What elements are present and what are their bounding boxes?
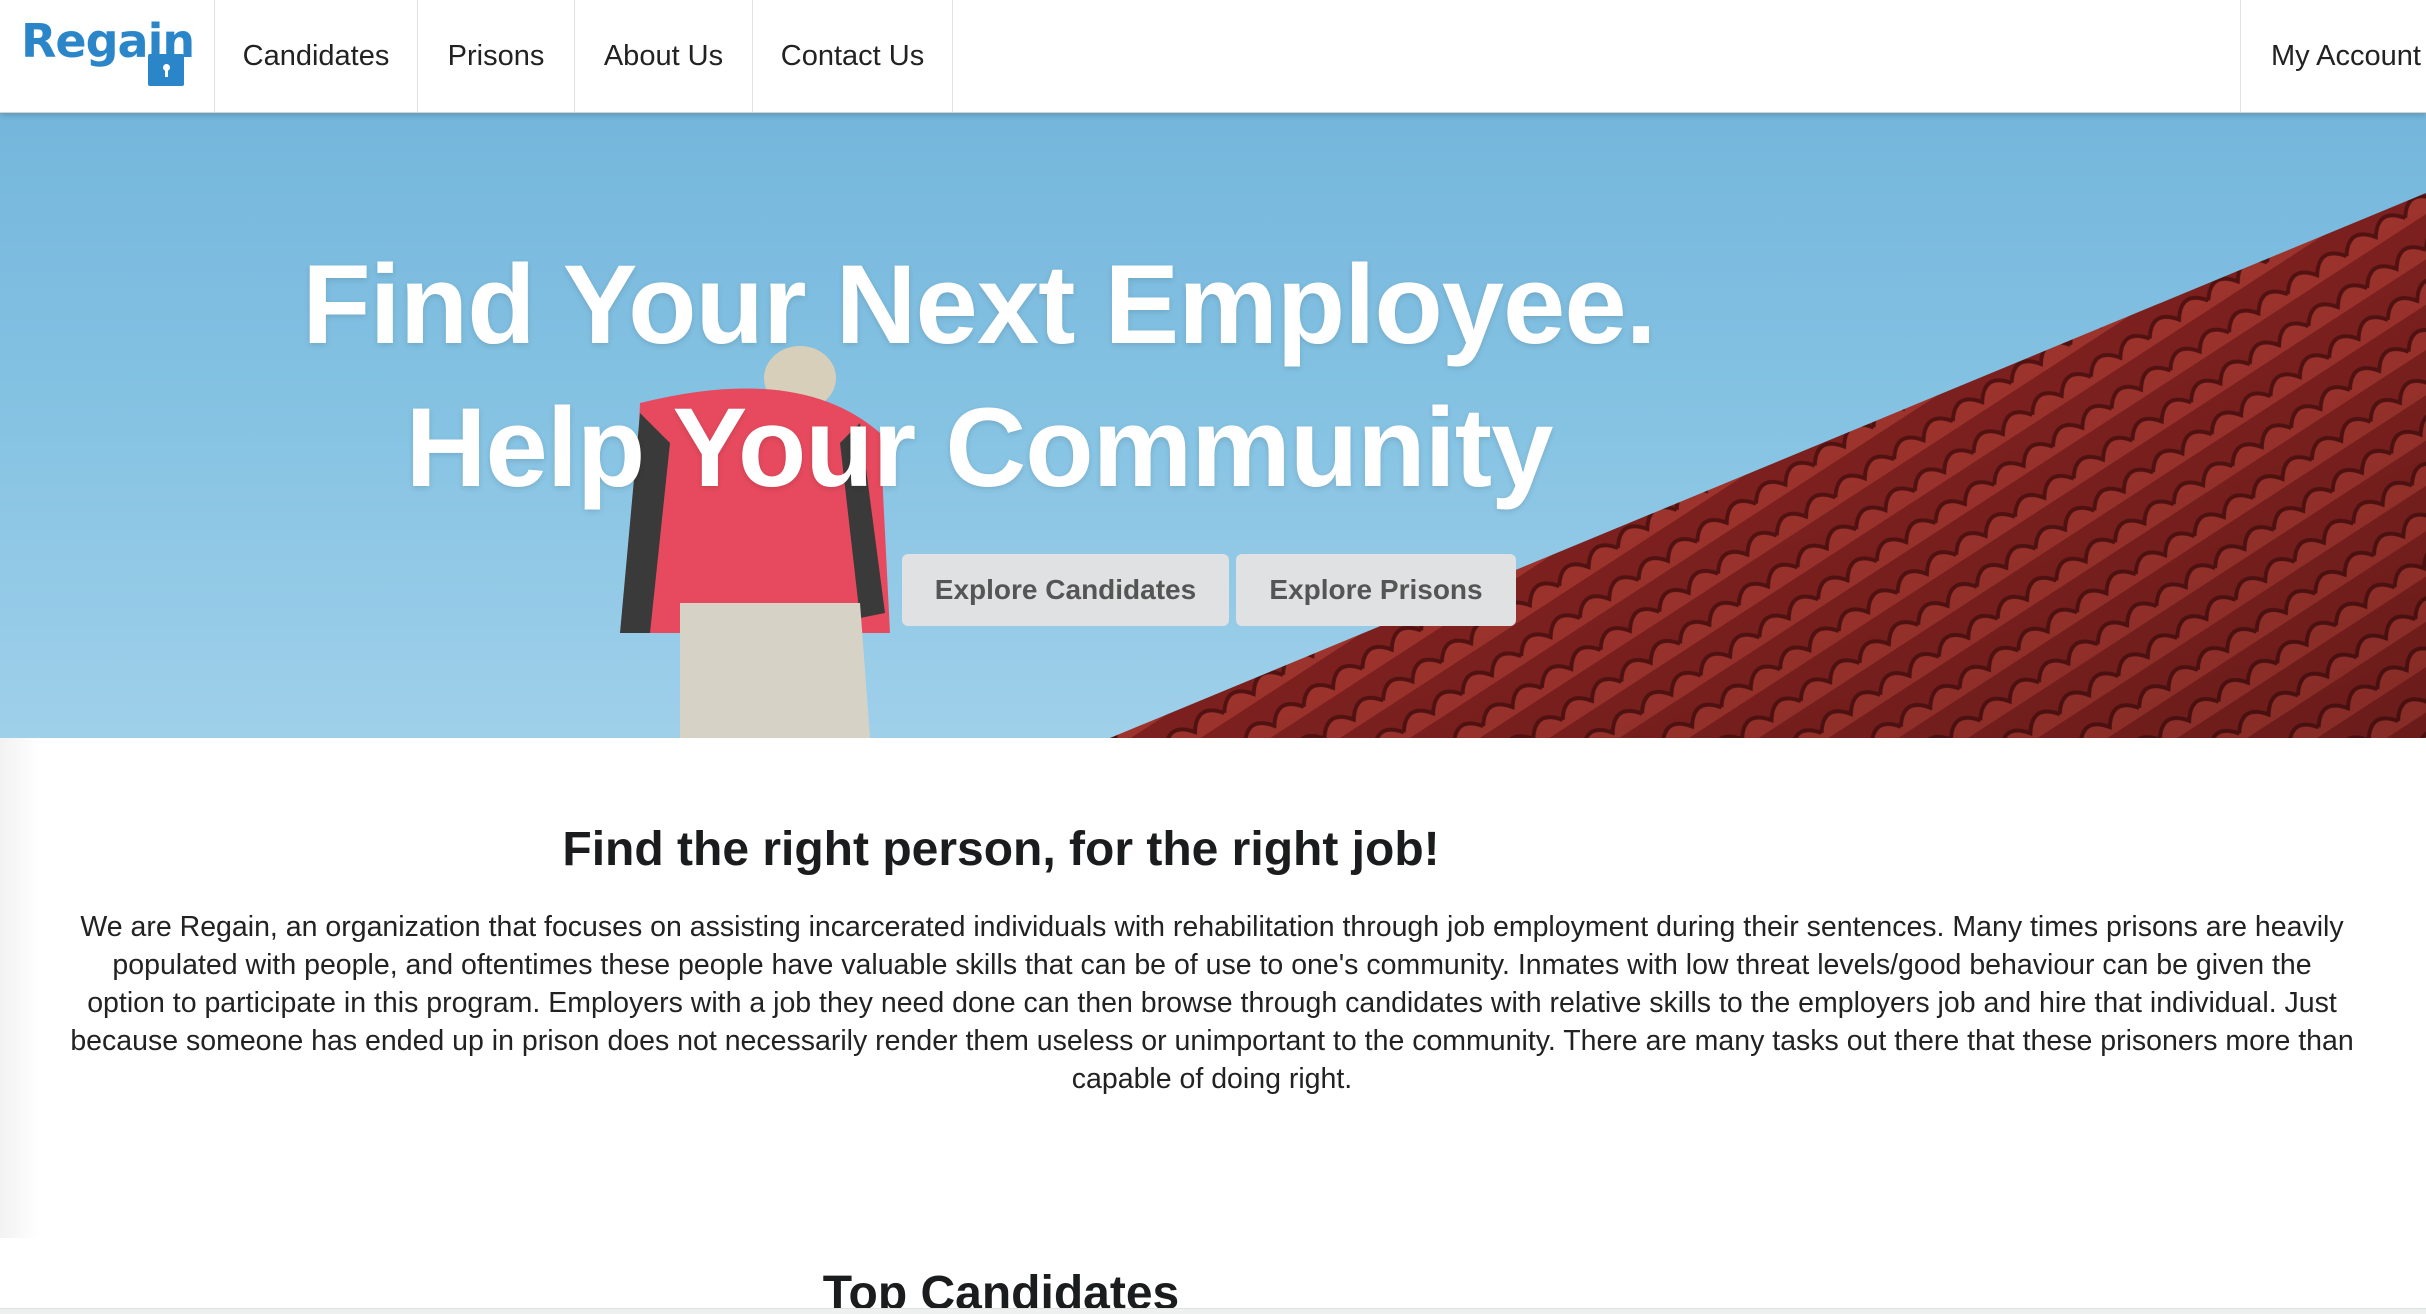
nav-item-contact-us[interactable]: Contact Us xyxy=(753,0,953,112)
scroll-edge xyxy=(0,1308,2426,1314)
nav-item-candidates[interactable]: Candidates xyxy=(215,0,418,112)
hero-banner: Find Your Next Employee. Help Your Commu… xyxy=(0,113,2426,738)
brand-logo[interactable]: Regain xyxy=(0,0,215,112)
page-edge-shadow xyxy=(0,738,40,1238)
hero-title-line-1: Find Your Next Employee. xyxy=(302,242,1656,367)
hero-title-line-2: Help Your Community xyxy=(405,385,1554,510)
top-candidates-title: Top Candidates xyxy=(822,1267,1180,1314)
explore-prisons-button[interactable]: Explore Prisons xyxy=(1236,554,1516,626)
explore-candidates-button[interactable]: Explore Candidates xyxy=(902,554,1229,626)
about-text: We are Regain, an organization that focu… xyxy=(70,911,2354,1095)
nav-item-my-account[interactable]: My Account xyxy=(2240,0,2426,112)
about-title: Find the right person, for the right job… xyxy=(562,823,1440,876)
nav-item-about-us[interactable]: About Us xyxy=(575,0,753,112)
lock-icon xyxy=(148,54,184,86)
nav-item-prisons[interactable]: Prisons xyxy=(418,0,575,112)
top-navbar: Regain Candidates Prisons About Us Conta… xyxy=(0,0,2426,113)
